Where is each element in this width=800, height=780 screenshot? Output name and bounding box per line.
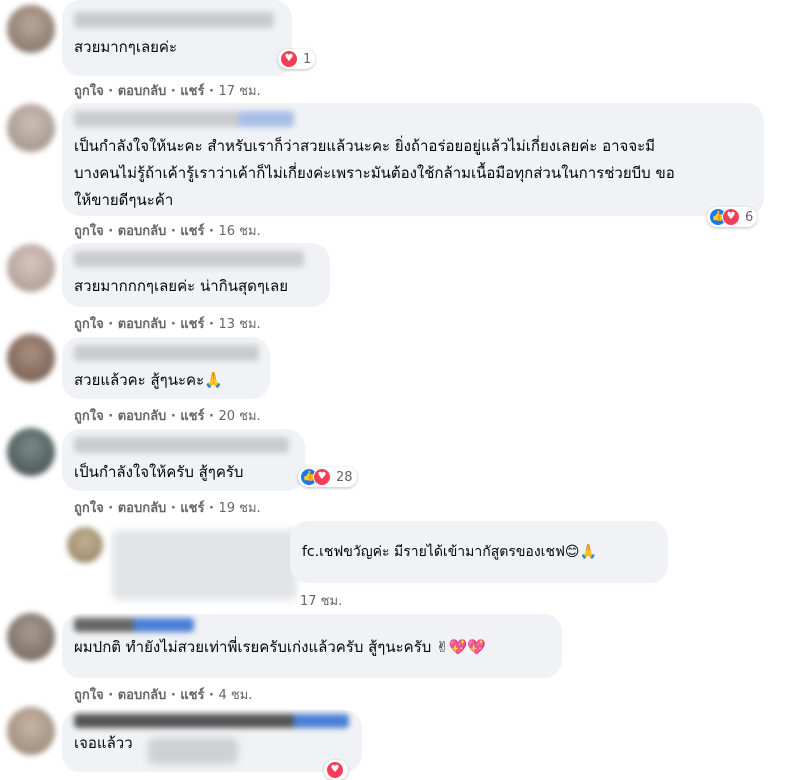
comment-time: 17 ชม. (300, 594, 343, 609)
comment-bubble: เป็นกำลังใจให้ครับ สู้ๆครับ (62, 429, 305, 491)
author-name[interactable] (74, 618, 194, 632)
comment-bubble: สวยแล้วคะ สู้ๆนะคะ🙏 (62, 337, 270, 399)
comment-text: สวยมากกกๆเลยค่ะ น่ากินสุดๆเลย (74, 277, 289, 295)
avatar[interactable] (67, 527, 103, 563)
comment-actions[interactable]: ถูกใจ · ตอบกลับ · แชร์ · 20 ชม. (74, 405, 261, 426)
comment-actions[interactable]: ถูกใจ · ตอบกลับ · แชร์ · 4 ชม. (74, 684, 252, 705)
author-name[interactable] (74, 251, 304, 267)
heart-icon: ♥ (722, 208, 740, 226)
comment-text: เป็นกำลังใจให้นะคะ สำหรับเราก็ว่าสวยแล้ว… (74, 137, 675, 209)
comment-bubble: สวยมากๆเลยค่ะ (62, 0, 292, 76)
avatar[interactable] (7, 707, 55, 755)
avatar[interactable] (7, 5, 55, 53)
author-name[interactable] (74, 111, 294, 127)
author-name[interactable] (74, 437, 289, 453)
avatar[interactable] (7, 334, 55, 382)
comment-bubble: fc.เชฟขวัญค่ะ มีรายได้เข้ามากัสูตรของเชฟ… (290, 521, 668, 583)
avatar[interactable] (7, 244, 55, 292)
comment-text: สวยมากๆเลยค่ะ (74, 38, 178, 56)
reaction-summary[interactable]: 👍 ♥ 28 (298, 467, 357, 487)
comment-text: ผมปกติ ทำยังไม่สวยเท่าพี่เรยครับเก่งแล้ว… (74, 638, 486, 656)
comment-bubble: ผมปกติ ทำยังไม่สวยเท่าพี่เรยครับเก่งแล้ว… (62, 614, 562, 678)
blurred-attachment (148, 738, 238, 764)
comment-actions[interactable]: ถูกใจ · ตอบกลับ · แชร์ · 16 ชม. (74, 220, 261, 241)
comment-actions[interactable]: ถูกใจ · ตอบกลับ · แชร์ · 17 ชม. (74, 80, 261, 101)
avatar[interactable] (7, 613, 55, 661)
comment-text: fc.เชฟขวัญค่ะ มีรายได้เข้ามากัสูตรของเชฟ… (302, 544, 597, 560)
comment-text: สวยแล้วคะ สู้ๆนะคะ🙏 (74, 371, 223, 389)
comment-bubble: เป็นกำลังใจให้นะคะ สำหรับเราก็ว่าสวยแล้ว… (62, 103, 764, 216)
heart-icon: ♥ (313, 468, 331, 486)
comment-bubble: สวยมากกกๆเลยค่ะ น่ากินสุดๆเลย (62, 243, 330, 307)
author-name[interactable] (74, 345, 259, 361)
reaction-summary[interactable]: ♥ 1 (278, 49, 316, 69)
blurred-author (112, 530, 297, 600)
reaction-summary[interactable]: ♥ (324, 760, 348, 780)
comment-actions[interactable]: ถูกใจ · ตอบกลับ · แชร์ · 19 ชม. (74, 497, 261, 518)
reaction-summary[interactable]: 👍 ♥ 6 (707, 207, 758, 227)
avatar[interactable] (7, 428, 55, 476)
heart-icon: ♥ (326, 761, 344, 779)
author-name[interactable] (74, 12, 274, 28)
author-name[interactable] (74, 714, 349, 728)
comment-text: เป็นกำลังใจให้ครับ สู้ๆครับ (74, 463, 244, 481)
heart-icon: ♥ (280, 50, 298, 68)
avatar[interactable] (7, 104, 55, 152)
comment-actions[interactable]: ถูกใจ · ตอบกลับ · แชร์ · 13 ชม. (74, 313, 261, 334)
